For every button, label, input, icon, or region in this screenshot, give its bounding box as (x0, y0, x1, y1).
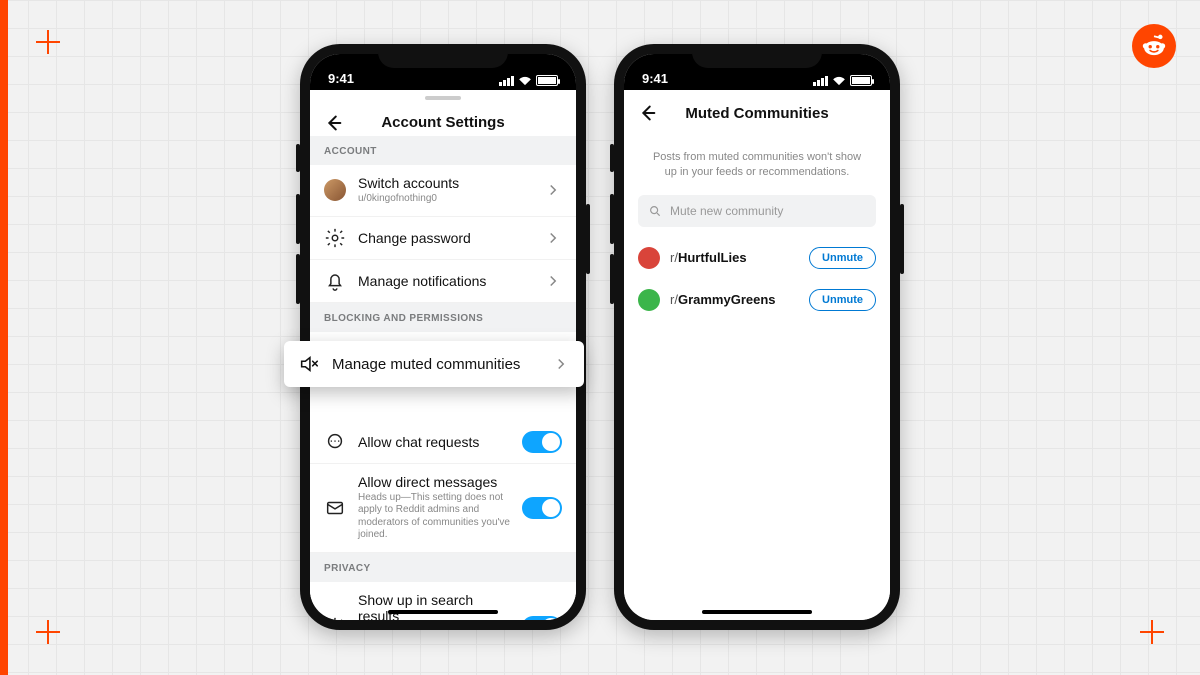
community-name: r/HurtfulLies (670, 250, 799, 265)
community-avatar (638, 247, 660, 269)
row-label: Show up in search results (358, 592, 510, 621)
page-title: Muted Communities (685, 105, 828, 122)
back-button[interactable] (322, 112, 344, 134)
gear-icon (324, 616, 346, 620)
home-indicator[interactable] (388, 610, 498, 614)
row-search-results[interactable]: Show up in search results Allow search e… (310, 582, 576, 621)
cell-signal-icon (499, 76, 514, 86)
status-time: 9:41 (642, 71, 668, 86)
toggle-switch[interactable] (522, 616, 562, 620)
unmute-button[interactable]: Unmute (809, 247, 876, 269)
bell-icon (324, 270, 346, 292)
status-bar: 9:41 (624, 54, 890, 90)
row-label: Allow chat requests (358, 434, 510, 450)
row-manage-notifications[interactable]: Manage notifications (310, 260, 576, 303)
chat-icon (324, 431, 346, 453)
nav-header: Muted Communities (624, 90, 890, 136)
status-bar: 9:41 (310, 54, 576, 90)
community-row: r/HurtfulLies Unmute (624, 237, 890, 279)
status-time: 9:41 (328, 71, 354, 86)
wifi-icon (518, 76, 532, 86)
row-label: Manage muted communities (332, 356, 540, 373)
page-title: Account Settings (381, 114, 504, 131)
community-row: r/GrammyGreens Unmute (624, 279, 890, 321)
muted-description: Posts from muted communities won't show … (624, 136, 890, 191)
plus-deco-icon (1140, 620, 1164, 644)
chevron-right-icon (544, 229, 562, 247)
home-indicator[interactable] (702, 610, 812, 614)
plus-deco-icon (36, 30, 60, 54)
row-label: Change password (358, 230, 532, 246)
unmute-button[interactable]: Unmute (809, 289, 876, 311)
battery-icon (536, 75, 558, 86)
phone-account-settings: 9:41 Account Settings ACCOUNT Switch acc… (300, 44, 586, 630)
row-change-password[interactable]: Change password (310, 217, 576, 260)
brand-accent-bar (0, 0, 8, 675)
row-muted-communities[interactable]: Manage muted communities (284, 341, 584, 387)
section-header-blocking: BLOCKING AND PERMISSIONS (310, 303, 576, 332)
gear-icon (324, 227, 346, 249)
row-sublabel: Heads up—This setting does not apply to … (358, 492, 510, 542)
chevron-right-icon (544, 181, 562, 199)
toggle-switch[interactable] (522, 431, 562, 453)
muted-content: Posts from muted communities won't show … (624, 136, 890, 620)
cell-signal-icon (813, 76, 828, 86)
avatar (324, 179, 346, 201)
envelope-icon (324, 497, 346, 519)
search-placeholder: Mute new community (670, 204, 783, 218)
row-allow-chat[interactable]: Allow chat requests (310, 421, 576, 464)
row-sublabel: u/0kingofnothing0 (358, 193, 532, 206)
chevron-right-icon (552, 355, 570, 373)
community-avatar (638, 289, 660, 311)
reddit-logo-icon (1132, 24, 1176, 68)
chevron-right-icon (544, 272, 562, 290)
wifi-icon (832, 76, 846, 86)
speaker-mute-icon (298, 353, 320, 375)
community-name: r/GrammyGreens (670, 292, 799, 307)
search-icon (648, 204, 662, 218)
row-switch-accounts[interactable]: Switch accounts u/0kingofnothing0 (310, 165, 576, 217)
section-header-privacy: PRIVACY (310, 553, 576, 582)
section-header-account: ACCOUNT (310, 136, 576, 165)
row-label: Allow direct messages (358, 474, 510, 490)
plus-deco-icon (36, 620, 60, 644)
search-input[interactable]: Mute new community (638, 195, 876, 227)
battery-icon (850, 75, 872, 86)
toggle-switch[interactable] (522, 497, 562, 519)
row-label: Manage notifications (358, 273, 532, 289)
row-allow-dm[interactable]: Allow direct messages Heads up—This sett… (310, 464, 576, 553)
back-button[interactable] (636, 102, 658, 124)
row-label: Switch accounts (358, 175, 532, 191)
phone-muted-communities: 9:41 Muted Communities Posts from muted … (614, 44, 900, 630)
